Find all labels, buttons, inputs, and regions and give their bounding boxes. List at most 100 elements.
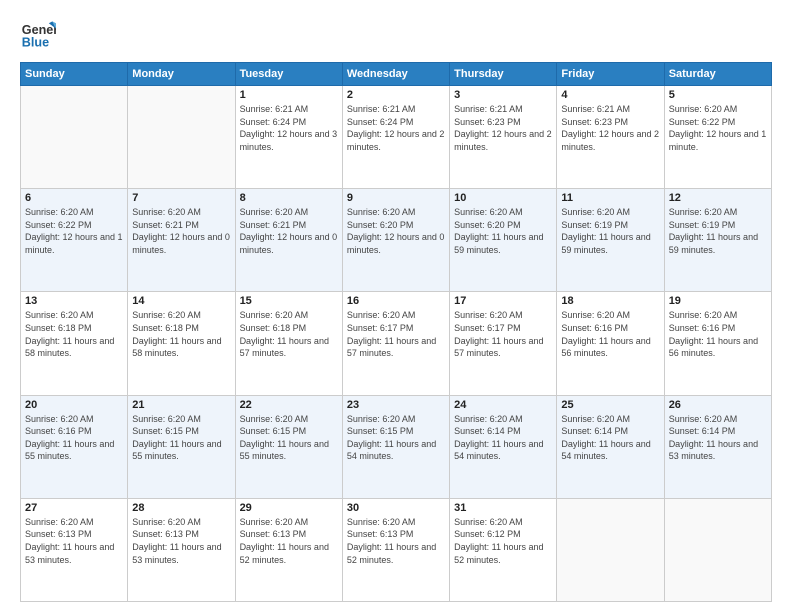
day-number: 6 xyxy=(25,192,123,204)
day-info: Sunrise: 6:20 AMSunset: 6:14 PMDaylight:… xyxy=(454,413,552,463)
calendar-cell: 22 Sunrise: 6:20 AMSunset: 6:15 PMDayligh… xyxy=(235,395,342,498)
week-row-5: 27 Sunrise: 6:20 AMSunset: 6:13 PMDayligh… xyxy=(21,498,772,601)
day-number: 16 xyxy=(347,295,445,307)
weekday-saturday: Saturday xyxy=(664,63,771,86)
day-number: 4 xyxy=(561,89,659,101)
day-info: Sunrise: 6:20 AMSunset: 6:13 PMDaylight:… xyxy=(25,516,123,566)
day-info: Sunrise: 6:20 AMSunset: 6:15 PMDaylight:… xyxy=(132,413,230,463)
day-number: 3 xyxy=(454,89,552,101)
day-info: Sunrise: 6:21 AMSunset: 6:24 PMDaylight:… xyxy=(240,103,338,153)
day-number: 28 xyxy=(132,502,230,514)
calendar-cell: 17 Sunrise: 6:20 AMSunset: 6:17 PMDayligh… xyxy=(450,292,557,395)
week-row-1: 1Sunrise: 6:21 AMSunset: 6:24 PMDaylight… xyxy=(21,86,772,189)
weekday-friday: Friday xyxy=(557,63,664,86)
day-info: Sunrise: 6:20 AMSunset: 6:17 PMDaylight:… xyxy=(347,309,445,359)
day-info: Sunrise: 6:21 AMSunset: 6:23 PMDaylight:… xyxy=(454,103,552,153)
day-number: 30 xyxy=(347,502,445,514)
day-info: Sunrise: 6:20 AMSunset: 6:19 PMDaylight:… xyxy=(669,206,767,256)
logo-icon: General Blue xyxy=(20,16,56,52)
day-info: Sunrise: 6:20 AMSunset: 6:20 PMDaylight:… xyxy=(347,206,445,256)
day-info: Sunrise: 6:20 AMSunset: 6:14 PMDaylight:… xyxy=(561,413,659,463)
calendar-cell: 26Sunrise: 6:20 AMSunset: 6:14 PMDayligh… xyxy=(664,395,771,498)
calendar-cell: 3 Sunrise: 6:21 AMSunset: 6:23 PMDaylight… xyxy=(450,86,557,189)
logo: General Blue xyxy=(20,16,56,52)
calendar-cell: 23 Sunrise: 6:20 AMSunset: 6:15 PMDayligh… xyxy=(342,395,449,498)
calendar-cell: 5 Sunrise: 6:20 AMSunset: 6:22 PMDaylight… xyxy=(664,86,771,189)
day-number: 29 xyxy=(240,502,338,514)
day-number: 15 xyxy=(240,295,338,307)
calendar-cell: 27 Sunrise: 6:20 AMSunset: 6:13 PMDayligh… xyxy=(21,498,128,601)
day-info: Sunrise: 6:20 AMSunset: 6:16 PMDaylight:… xyxy=(669,309,767,359)
calendar-cell: 30 Sunrise: 6:20 AMSunset: 6:13 PMDayligh… xyxy=(342,498,449,601)
day-number: 27 xyxy=(25,502,123,514)
calendar-cell xyxy=(557,498,664,601)
day-info: Sunrise: 6:20 AMSunset: 6:12 PMDaylight:… xyxy=(454,516,552,566)
week-row-4: 20 Sunrise: 6:20 AMSunset: 6:16 PMDayligh… xyxy=(21,395,772,498)
calendar-cell: 13Sunrise: 6:20 AMSunset: 6:18 PMDayligh… xyxy=(21,292,128,395)
calendar-cell: 14 Sunrise: 6:20 AMSunset: 6:18 PMDayligh… xyxy=(128,292,235,395)
calendar-cell: 18Sunrise: 6:20 AMSunset: 6:16 PMDayligh… xyxy=(557,292,664,395)
calendar-cell: 7 Sunrise: 6:20 AMSunset: 6:21 PMDaylight… xyxy=(128,189,235,292)
week-row-3: 13Sunrise: 6:20 AMSunset: 6:18 PMDayligh… xyxy=(21,292,772,395)
svg-text:Blue: Blue xyxy=(22,36,49,50)
day-number: 5 xyxy=(669,89,767,101)
calendar-cell xyxy=(128,86,235,189)
calendar-cell: 4 Sunrise: 6:21 AMSunset: 6:23 PMDaylight… xyxy=(557,86,664,189)
day-number: 17 xyxy=(454,295,552,307)
day-info: Sunrise: 6:20 AMSunset: 6:18 PMDaylight:… xyxy=(25,309,123,359)
calendar-cell: 8 Sunrise: 6:20 AMSunset: 6:21 PMDaylight… xyxy=(235,189,342,292)
day-number: 8 xyxy=(240,192,338,204)
day-info: Sunrise: 6:20 AMSunset: 6:21 PMDaylight:… xyxy=(240,206,338,256)
day-info: Sunrise: 6:21 AMSunset: 6:23 PMDaylight:… xyxy=(561,103,659,153)
calendar-cell: 19 Sunrise: 6:20 AMSunset: 6:16 PMDayligh… xyxy=(664,292,771,395)
day-number: 21 xyxy=(132,399,230,411)
day-number: 11 xyxy=(561,192,659,204)
calendar-cell: 28 Sunrise: 6:20 AMSunset: 6:13 PMDayligh… xyxy=(128,498,235,601)
calendar-cell: 21 Sunrise: 6:20 AMSunset: 6:15 PMDayligh… xyxy=(128,395,235,498)
day-number: 10 xyxy=(454,192,552,204)
calendar-cell: 1Sunrise: 6:21 AMSunset: 6:24 PMDaylight… xyxy=(235,86,342,189)
day-number: 2 xyxy=(347,89,445,101)
day-number: 18 xyxy=(561,295,659,307)
day-info: Sunrise: 6:20 AMSunset: 6:17 PMDaylight:… xyxy=(454,309,552,359)
day-info: Sunrise: 6:20 AMSunset: 6:15 PMDaylight:… xyxy=(347,413,445,463)
weekday-sunday: Sunday xyxy=(21,63,128,86)
calendar-cell: 2 Sunrise: 6:21 AMSunset: 6:24 PMDaylight… xyxy=(342,86,449,189)
weekday-tuesday: Tuesday xyxy=(235,63,342,86)
calendar-cell: 29 Sunrise: 6:20 AMSunset: 6:13 PMDayligh… xyxy=(235,498,342,601)
day-info: Sunrise: 6:20 AMSunset: 6:15 PMDaylight:… xyxy=(240,413,338,463)
calendar-cell xyxy=(21,86,128,189)
calendar-cell: 15Sunrise: 6:20 AMSunset: 6:18 PMDayligh… xyxy=(235,292,342,395)
day-number: 20 xyxy=(25,399,123,411)
day-info: Sunrise: 6:20 AMSunset: 6:13 PMDaylight:… xyxy=(132,516,230,566)
calendar-cell xyxy=(664,498,771,601)
day-info: Sunrise: 6:20 AMSunset: 6:18 PMDaylight:… xyxy=(132,309,230,359)
page: General Blue SundayMondayTuesdayWednesda… xyxy=(0,0,792,612)
day-info: Sunrise: 6:21 AMSunset: 6:24 PMDaylight:… xyxy=(347,103,445,153)
week-row-2: 6 Sunrise: 6:20 AMSunset: 6:22 PMDaylight… xyxy=(21,189,772,292)
day-info: Sunrise: 6:20 AMSunset: 6:22 PMDaylight:… xyxy=(25,206,123,256)
day-info: Sunrise: 6:20 AMSunset: 6:13 PMDaylight:… xyxy=(240,516,338,566)
day-number: 14 xyxy=(132,295,230,307)
calendar-table: SundayMondayTuesdayWednesdayThursdayFrid… xyxy=(20,62,772,602)
day-info: Sunrise: 6:20 AMSunset: 6:20 PMDaylight:… xyxy=(454,206,552,256)
day-info: Sunrise: 6:20 AMSunset: 6:16 PMDaylight:… xyxy=(25,413,123,463)
day-number: 19 xyxy=(669,295,767,307)
day-info: Sunrise: 6:20 AMSunset: 6:13 PMDaylight:… xyxy=(347,516,445,566)
calendar-cell: 6 Sunrise: 6:20 AMSunset: 6:22 PMDaylight… xyxy=(21,189,128,292)
day-number: 22 xyxy=(240,399,338,411)
day-info: Sunrise: 6:20 AMSunset: 6:21 PMDaylight:… xyxy=(132,206,230,256)
calendar-cell: 25Sunrise: 6:20 AMSunset: 6:14 PMDayligh… xyxy=(557,395,664,498)
day-number: 23 xyxy=(347,399,445,411)
weekday-monday: Monday xyxy=(128,63,235,86)
calendar-cell: 10 Sunrise: 6:20 AMSunset: 6:20 PMDayligh… xyxy=(450,189,557,292)
header: General Blue xyxy=(20,16,772,52)
calendar-cell: 12Sunrise: 6:20 AMSunset: 6:19 PMDayligh… xyxy=(664,189,771,292)
weekday-wednesday: Wednesday xyxy=(342,63,449,86)
day-number: 7 xyxy=(132,192,230,204)
day-info: Sunrise: 6:20 AMSunset: 6:14 PMDaylight:… xyxy=(669,413,767,463)
day-number: 24 xyxy=(454,399,552,411)
day-info: Sunrise: 6:20 AMSunset: 6:22 PMDaylight:… xyxy=(669,103,767,153)
calendar-cell: 20 Sunrise: 6:20 AMSunset: 6:16 PMDayligh… xyxy=(21,395,128,498)
calendar-cell: 16 Sunrise: 6:20 AMSunset: 6:17 PMDayligh… xyxy=(342,292,449,395)
